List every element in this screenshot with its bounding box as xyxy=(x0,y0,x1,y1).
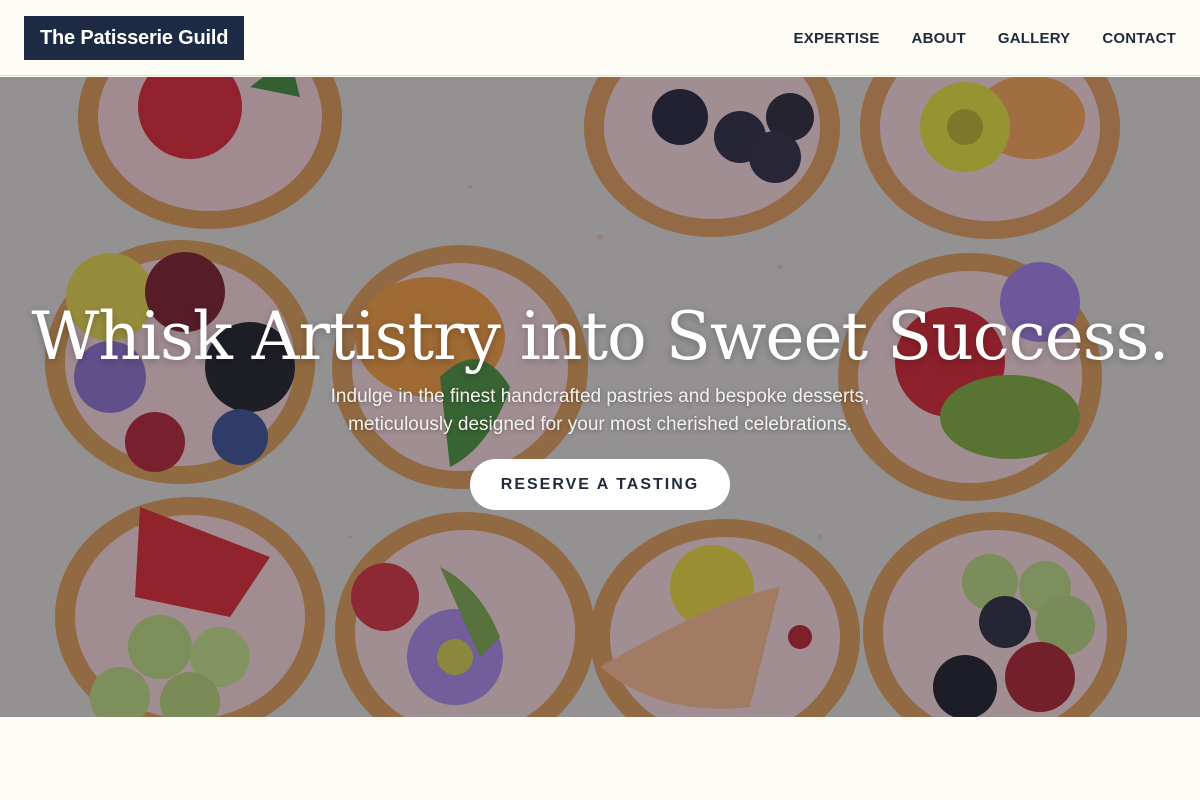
hero-subtitle-line-1: Indulge in the finest handcrafted pastri… xyxy=(330,386,870,407)
below-hero-section xyxy=(0,717,1200,800)
site-header: The Patisserie Guild EXPERTISE ABOUT GAL… xyxy=(0,0,1200,76)
hero-title: Whisk Artistry into Sweet Success. xyxy=(31,298,1170,375)
nav-link-contact[interactable]: CONTACT xyxy=(1102,30,1176,47)
nav-link-gallery[interactable]: GALLERY xyxy=(998,30,1071,47)
hero-subtitle: Indulge in the finest handcrafted pastri… xyxy=(250,383,950,439)
reserve-tasting-button[interactable]: RESERVE A TASTING xyxy=(470,459,730,510)
hero-subtitle-line-2: meticulously designed for your most cher… xyxy=(348,414,852,435)
nav-link-expertise[interactable]: EXPERTISE xyxy=(794,30,880,47)
hero-section: Whisk Artistry into Sweet Success. Indul… xyxy=(0,77,1200,717)
site-logo[interactable]: The Patisserie Guild xyxy=(24,16,245,60)
nav-link-about[interactable]: ABOUT xyxy=(912,30,966,47)
main-nav: EXPERTISE ABOUT GALLERY CONTACT xyxy=(794,0,1176,76)
